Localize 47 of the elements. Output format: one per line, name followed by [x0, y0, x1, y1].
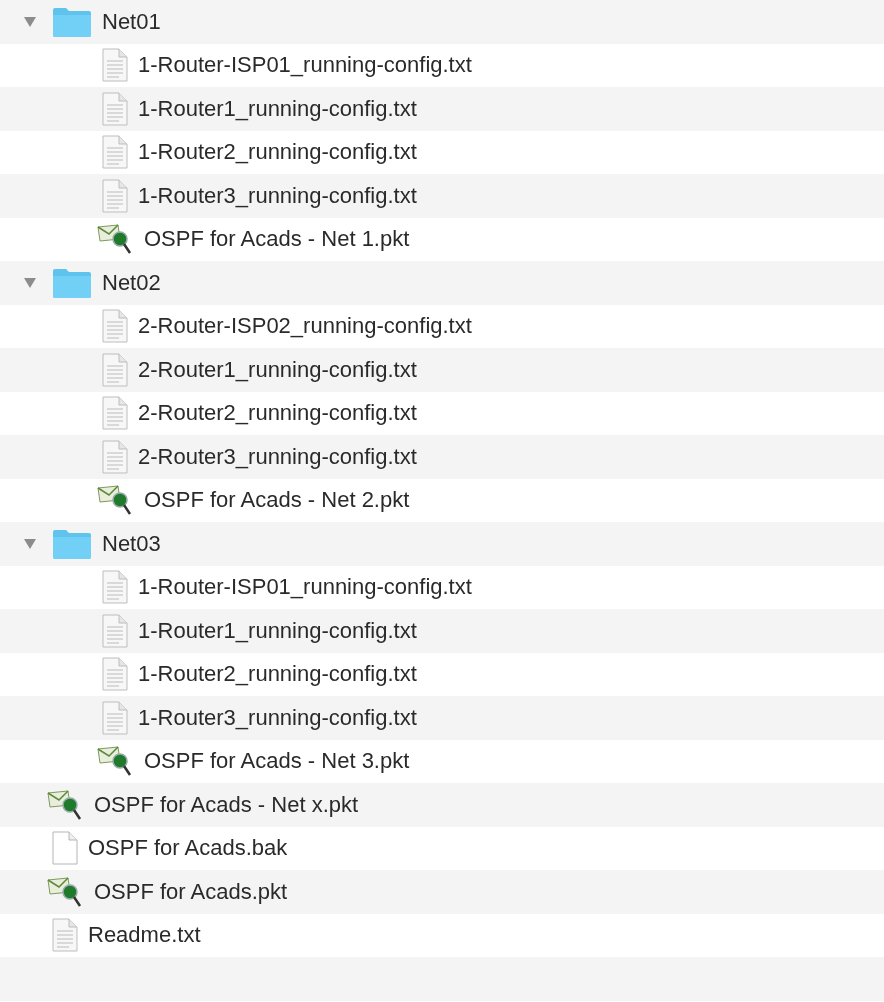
text-document-icon [102, 48, 128, 83]
envelope-magnifier-icon [96, 223, 134, 256]
file-name[interactable]: 1-Router-ISP01_running-config.txt [138, 574, 472, 601]
text-document-icon [102, 178, 128, 213]
file-name[interactable]: 1-Router3_running-config.txt [138, 182, 417, 209]
text-document-icon [52, 918, 78, 953]
envelope-magnifier-icon [46, 875, 84, 908]
file-name[interactable]: 2-Router1_running-config.txt [138, 356, 417, 383]
file-name[interactable]: 2-Router2_running-config.txt [138, 400, 417, 427]
file-name[interactable]: 1-Router3_running-config.txt [138, 704, 417, 731]
folder-icon [52, 527, 92, 560]
text-document-icon [102, 570, 128, 605]
file-name[interactable]: 1-Router-ISP01_running-config.txt [138, 52, 472, 79]
text-document-icon [102, 352, 128, 387]
folder-icon [52, 266, 92, 299]
disclosure-triangle-icon[interactable] [23, 276, 37, 289]
file-name[interactable]: Net01 [102, 8, 161, 35]
file-name[interactable]: Net03 [102, 530, 161, 557]
file-name[interactable]: 2-Router3_running-config.txt [138, 443, 417, 470]
disclosure-triangle-icon[interactable] [23, 537, 37, 550]
file-name[interactable]: 1-Router2_running-config.txt [138, 139, 417, 166]
blank-document-icon [52, 831, 78, 866]
file-name[interactable]: Net02 [102, 269, 161, 296]
file-name[interactable]: 1-Router1_running-config.txt [138, 617, 417, 644]
file-name[interactable]: OSPF for Acads - Net 2.pkt [144, 487, 410, 514]
text-document-icon [102, 309, 128, 344]
file-name[interactable]: 2-Router-ISP02_running-config.txt [138, 313, 472, 340]
envelope-magnifier-icon [96, 484, 134, 517]
file-name[interactable]: OSPF for Acads - Net 3.pkt [144, 748, 410, 775]
text-document-icon [102, 613, 128, 648]
text-document-icon [102, 91, 128, 126]
disclosure-triangle-icon[interactable] [23, 15, 37, 28]
file-name[interactable]: Readme.txt [88, 922, 201, 949]
file-name[interactable]: OSPF for Acads - Net x.pkt [94, 791, 359, 818]
text-document-icon [102, 700, 128, 735]
file-name[interactable]: OSPF for Acads.pkt [94, 878, 288, 905]
text-document-icon [102, 439, 128, 474]
text-document-icon [102, 135, 128, 170]
envelope-magnifier-icon [96, 745, 134, 778]
file-name[interactable]: OSPF for Acads - Net 1.pkt [144, 226, 410, 253]
file-name[interactable]: 1-Router1_running-config.txt [138, 95, 417, 122]
folder-icon [52, 5, 92, 38]
file-name[interactable]: 1-Router2_running-config.txt [138, 661, 417, 688]
text-document-icon [102, 657, 128, 692]
file-name[interactable]: OSPF for Acads.bak [88, 835, 288, 862]
envelope-magnifier-icon [46, 788, 84, 821]
text-document-icon [102, 396, 128, 431]
